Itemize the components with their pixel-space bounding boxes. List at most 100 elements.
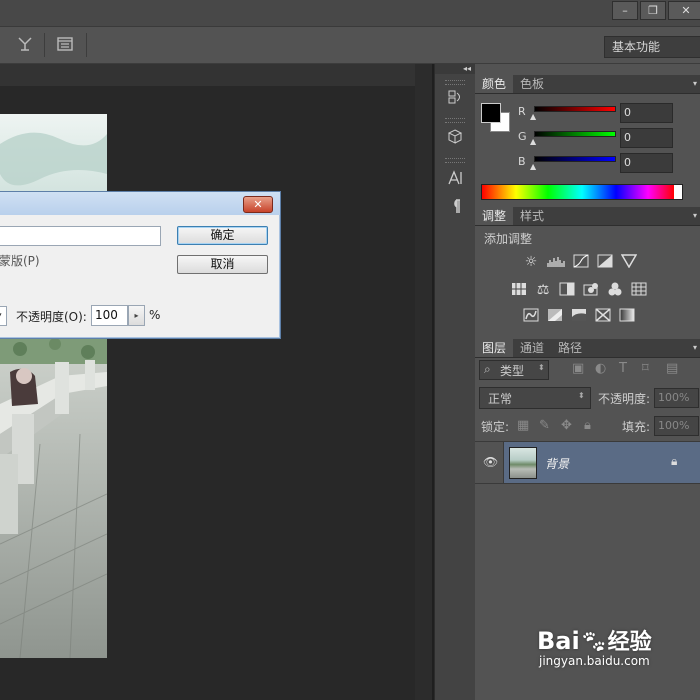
tab-adjustments[interactable]: 调整 <box>475 207 514 225</box>
layer-filter-select[interactable]: ⌕ 类型 ⬍ <box>479 360 549 380</box>
channel-b-input[interactable]: 0 <box>620 153 673 173</box>
properties-icon[interactable] <box>443 128 467 148</box>
channel-r-label: R <box>518 105 526 118</box>
workspace-select[interactable]: 基本功能 <box>604 36 700 58</box>
panel-menu-icon[interactable]: ▾ <box>693 339 697 357</box>
balance-icon[interactable]: ⚖ <box>534 282 552 298</box>
name-input[interactable] <box>0 226 161 246</box>
blend-mode-value: 正常 <box>488 392 513 406</box>
filter-pixel-icon[interactable]: ▣ <box>572 361 584 376</box>
channel-g-slider[interactable] <box>534 131 616 137</box>
dock-grip[interactable] <box>445 158 465 163</box>
tab-paths[interactable]: 路径 <box>551 339 589 357</box>
mask-checkbox-label[interactable]: 蒙版(P) <box>0 252 40 269</box>
baidu-watermark: Bai🐾︎经验 jingyan.baidu.com <box>537 624 652 668</box>
slider-thumb-icon[interactable]: ▲ <box>530 162 536 171</box>
foreground-color-swatch[interactable] <box>481 103 501 123</box>
channel-r-input[interactable]: 0 <box>620 103 673 123</box>
panel-menu-icon[interactable]: ▾ <box>693 207 697 225</box>
ok-button[interactable]: 确定 <box>177 226 268 245</box>
bw-icon[interactable] <box>558 282 576 298</box>
title-bar: – ❐ ✕ <box>0 0 700 27</box>
lock-icon: 🔒︎ <box>671 454 678 468</box>
add-adjustment-heading: 添加调整 <box>484 232 533 246</box>
filter-smart-object-icon[interactable]: ▤ <box>666 361 678 376</box>
opacity-slider-toggle[interactable]: ▸ <box>128 305 145 326</box>
mode-dropdown[interactable]: ▾ <box>0 306 7 326</box>
options-bar <box>0 27 700 64</box>
slider-thumb-icon[interactable]: ▲ <box>530 137 536 146</box>
paragraph-icon[interactable] <box>443 197 467 217</box>
layer-row-selected[interactable]: 👁︎ 背景 🔒︎ <box>475 441 700 484</box>
close-window-button[interactable]: ✕ <box>668 1 700 20</box>
layer-opacity-label: 不透明度: <box>598 392 651 406</box>
levels-icon[interactable] <box>547 254 565 270</box>
text-tool-icon[interactable] <box>14 35 36 57</box>
slider-thumb-icon[interactable]: ▲ <box>530 112 536 121</box>
color-spectrum[interactable] <box>481 184 683 200</box>
blend-mode-select[interactable]: 正常 ⬍ <box>479 387 591 409</box>
posterize-icon[interactable] <box>546 308 564 324</box>
invert-icon[interactable] <box>522 308 540 324</box>
lock-all-icon[interactable]: 🔒︎ <box>584 418 591 433</box>
channel-r-slider[interactable] <box>534 106 616 112</box>
dialog-close-button[interactable]: ✕ <box>243 196 273 213</box>
gradient-map-icon[interactable] <box>618 308 636 324</box>
tab-swatches[interactable]: 色板 <box>513 75 551 93</box>
eye-icon[interactable]: 👁︎ <box>483 455 498 469</box>
selective-color-icon[interactable] <box>594 308 612 324</box>
character-icon[interactable] <box>443 169 467 189</box>
history-icon[interactable] <box>443 88 467 108</box>
color-lookup-icon[interactable] <box>630 282 648 298</box>
lock-paint-icon[interactable]: ✎ <box>539 418 550 433</box>
panel-dock: ◂◂ <box>434 64 476 700</box>
restore-button[interactable]: ❐ <box>640 1 666 20</box>
panel-toggle-icon[interactable] <box>54 35 76 57</box>
channel-mixer-icon[interactable] <box>606 282 624 298</box>
curves-icon[interactable] <box>572 254 590 270</box>
fill-input[interactable]: 100% <box>654 416 699 436</box>
options-divider <box>86 33 87 57</box>
lock-transparent-icon[interactable]: ▦ <box>517 418 529 433</box>
channel-b-slider[interactable] <box>534 156 616 162</box>
channel-b-label: B <box>518 155 526 168</box>
watermark-brand: Bai <box>537 627 580 655</box>
search-icon: ⌕ <box>484 362 491 376</box>
tab-styles[interactable]: 样式 <box>513 207 551 225</box>
exposure-icon[interactable] <box>596 254 614 270</box>
lock-position-icon[interactable]: ✥ <box>561 418 572 433</box>
filter-shape-icon[interactable]: ⌑ <box>642 361 649 376</box>
paw-icon: 🐾︎ <box>579 630 608 655</box>
adjustments-panel-tabs: 调整 样式 ▾ <box>475 207 700 226</box>
stepper-icon: ⬍ <box>578 391 585 400</box>
document-tab-strip <box>0 64 415 86</box>
layer-name[interactable]: 背景 <box>545 455 569 472</box>
watermark-url: jingyan.baidu.com <box>539 654 650 668</box>
canvas-scrollbar[interactable] <box>415 64 432 700</box>
channel-g-label: G <box>518 130 527 143</box>
minimize-button[interactable]: – <box>612 1 638 20</box>
triangle-icon[interactable] <box>620 254 638 270</box>
panel-menu-icon[interactable]: ▾ <box>693 75 697 93</box>
layer-opacity-input[interactable]: 100% <box>654 388 699 408</box>
collapse-dock-icon[interactable]: ◂◂ <box>435 64 475 74</box>
layer-dialog: ✕ 蒙版(P) ▾ 不透明度(O): 100 ▸ % 确定 取消 <box>0 191 281 339</box>
cancel-button[interactable]: 取消 <box>177 255 268 274</box>
filter-adjustment-icon[interactable]: ◐ <box>595 361 606 376</box>
dock-grip[interactable] <box>445 118 465 123</box>
opacity-input[interactable]: 100 <box>91 305 128 326</box>
channel-g-input[interactable]: 0 <box>620 128 673 148</box>
watermark-brand-tail: 经验 <box>607 630 652 655</box>
vibrance-icon[interactable] <box>510 282 528 298</box>
threshold-icon[interactable] <box>570 308 588 324</box>
color-panel-tabs: 颜色 色板 ▾ <box>475 75 700 94</box>
photo-filter-icon[interactable] <box>582 282 600 298</box>
filter-type-icon[interactable]: T <box>619 361 627 376</box>
tab-channels[interactable]: 通道 <box>513 339 551 357</box>
brightness-icon[interactable]: ☼ <box>522 254 540 270</box>
tab-layers[interactable]: 图层 <box>475 339 514 357</box>
tab-color[interactable]: 颜色 <box>475 75 514 93</box>
fill-label: 填充: <box>622 420 651 434</box>
dialog-title-bar[interactable] <box>0 192 280 215</box>
dock-grip[interactable] <box>445 80 465 85</box>
